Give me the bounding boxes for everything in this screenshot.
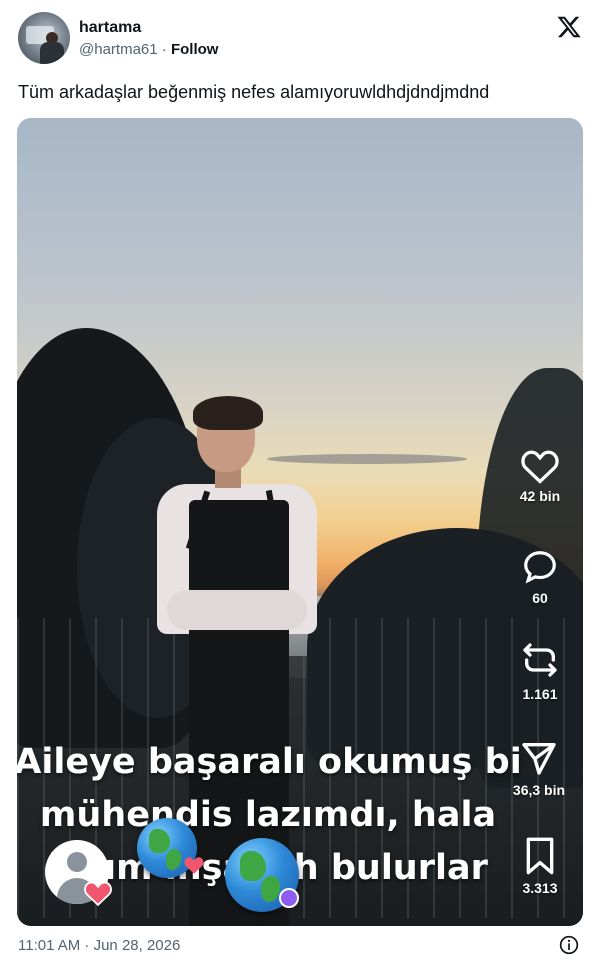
tweet-text: Tüm arkadaşlar beğenmiş nefes alamıyoruw… xyxy=(18,82,490,102)
tweet-media[interactable]: Aileye başaralı okumuş bi mühendis lazım… xyxy=(17,118,583,926)
save-count: 3.313 xyxy=(522,880,558,896)
caption-line: Aileye başaralı okumuş bi xyxy=(17,742,522,782)
person-hair xyxy=(193,396,263,430)
separator-dot: · xyxy=(161,41,167,58)
comment-count: 60 xyxy=(532,590,548,606)
music-badge-icon xyxy=(279,888,299,908)
author-handle-line: @hartma61 · Follow xyxy=(79,41,218,58)
author-display-name[interactable]: hartama xyxy=(79,19,141,37)
avatar-placeholder-head xyxy=(67,852,87,872)
author-handle[interactable]: @hartma61 xyxy=(79,41,158,58)
comment-action[interactable]: 60 xyxy=(510,548,570,606)
x-logo-icon[interactable] xyxy=(556,14,582,40)
heart-icon[interactable] xyxy=(520,448,560,484)
bookmark-icon[interactable] xyxy=(522,836,558,876)
follow-button[interactable]: Follow xyxy=(171,41,219,58)
heart-badge-icon xyxy=(84,881,112,907)
like-count: 42 bin xyxy=(519,488,561,504)
share-count: 36,3 bin xyxy=(512,782,566,798)
tweet-timestamp[interactable]: 11:01 AM · Jun 28, 2026 xyxy=(18,937,180,954)
save-action[interactable]: 3.313 xyxy=(510,836,570,896)
repost-count: 1.161 xyxy=(522,686,558,702)
info-icon[interactable] xyxy=(559,935,579,955)
repost-icon[interactable] xyxy=(520,638,560,682)
mini-heart-icon xyxy=(184,857,204,874)
person-arms xyxy=(167,590,307,630)
avatar-body xyxy=(40,42,64,64)
author-avatar[interactable] xyxy=(18,12,70,64)
repost-action[interactable]: 1.161 xyxy=(510,638,570,702)
comment-icon[interactable] xyxy=(520,548,560,586)
send-icon[interactable] xyxy=(519,738,559,778)
caption-line: mühendis lazımdı, hala xyxy=(39,795,497,835)
share-action[interactable]: 36,3 bin xyxy=(502,738,576,798)
like-action[interactable]: 42 bin xyxy=(510,448,570,504)
